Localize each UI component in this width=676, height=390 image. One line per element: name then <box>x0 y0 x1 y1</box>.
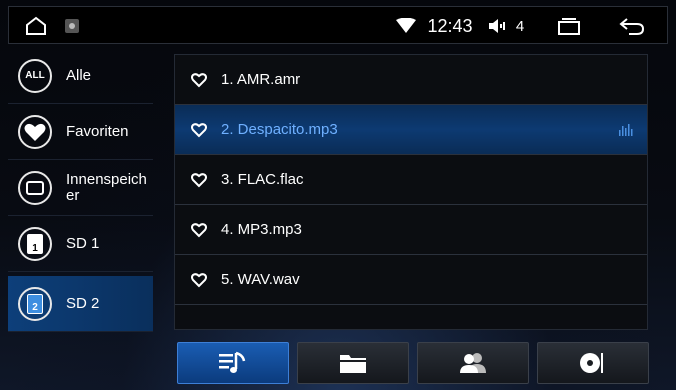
list-item[interactable]: 5. WAV.wav <box>175 255 647 305</box>
file-list: 1. AMR.amr 2. Despacito.mp3 3. FLAC.flac <box>174 54 648 330</box>
track-title: 5. WAV.wav <box>221 271 300 288</box>
back-icon[interactable] <box>617 7 647 45</box>
sidebar-item-sd1[interactable]: 1 SD 1 <box>8 216 153 272</box>
track-title: 2. Despacito.mp3 <box>221 121 338 138</box>
track-title: 4. MP3.mp3 <box>221 221 302 238</box>
storage-sidebar: ALL Alle Favoriten Innenspeicher 1 SD 1 … <box>8 48 153 333</box>
clock: 12:43 <box>427 15 473 36</box>
favorite-heart-icon[interactable] <box>191 122 207 138</box>
track-title: 3. FLAC.flac <box>221 171 304 188</box>
status-bar: 12:43 4 <box>8 6 668 44</box>
playlist-icon <box>219 351 246 373</box>
list-item[interactable]: 2. Despacito.mp3 <box>175 105 647 155</box>
sidebar-item-label: Innenspeicher <box>66 170 147 204</box>
sidebar-item-favorites[interactable]: Favoriten <box>8 104 153 160</box>
list-item[interactable]: 3. FLAC.flac <box>175 155 647 205</box>
favorite-heart-icon[interactable] <box>191 72 207 88</box>
tab-artist[interactable] <box>417 342 529 384</box>
sd-card-1-icon: 1 <box>18 226 52 261</box>
sidebar-item-label: Favoriten <box>66 122 129 140</box>
sidebar-item-all[interactable]: ALL Alle <box>8 48 153 104</box>
tab-playlist[interactable] <box>177 342 289 384</box>
list-item[interactable]: 1. AMR.amr <box>175 55 647 105</box>
volume-level: 4 <box>515 17 525 35</box>
all-icon: ALL <box>18 58 52 93</box>
sidebar-item-label: SD 1 <box>66 234 100 252</box>
volume-icon[interactable] <box>487 7 509 45</box>
favorite-heart-icon[interactable] <box>191 272 207 288</box>
sidebar-item-label: SD 2 <box>66 294 100 312</box>
tab-folder[interactable] <box>297 342 409 384</box>
music-player-screen: 12:43 4 ALL Alle Favoriten Innenspeicher… <box>0 0 676 390</box>
artist-icon <box>460 353 486 373</box>
album-icon <box>580 353 603 373</box>
favorite-heart-icon[interactable] <box>191 172 207 188</box>
track-title: 1. AMR.amr <box>221 71 301 88</box>
favorite-heart-icon[interactable] <box>191 222 207 238</box>
sd-card-2-icon: 2 <box>18 286 52 321</box>
app-thumbnail-icon[interactable] <box>63 7 81 45</box>
wifi-icon <box>395 7 417 45</box>
sidebar-item-label: Alle <box>66 66 92 84</box>
list-item[interactable]: 4. MP3.mp3 <box>175 205 647 255</box>
folder-icon <box>340 355 366 373</box>
internal-storage-icon <box>18 170 52 205</box>
tab-album[interactable] <box>537 342 649 384</box>
equalizer-icon <box>619 124 633 136</box>
recent-apps-icon[interactable] <box>555 7 583 45</box>
sidebar-item-sd2[interactable]: 2 SD 2 <box>8 276 153 332</box>
heart-icon <box>18 114 52 149</box>
sidebar-item-internal-storage[interactable]: Innenspeicher <box>8 160 153 216</box>
home-icon[interactable] <box>23 7 49 45</box>
